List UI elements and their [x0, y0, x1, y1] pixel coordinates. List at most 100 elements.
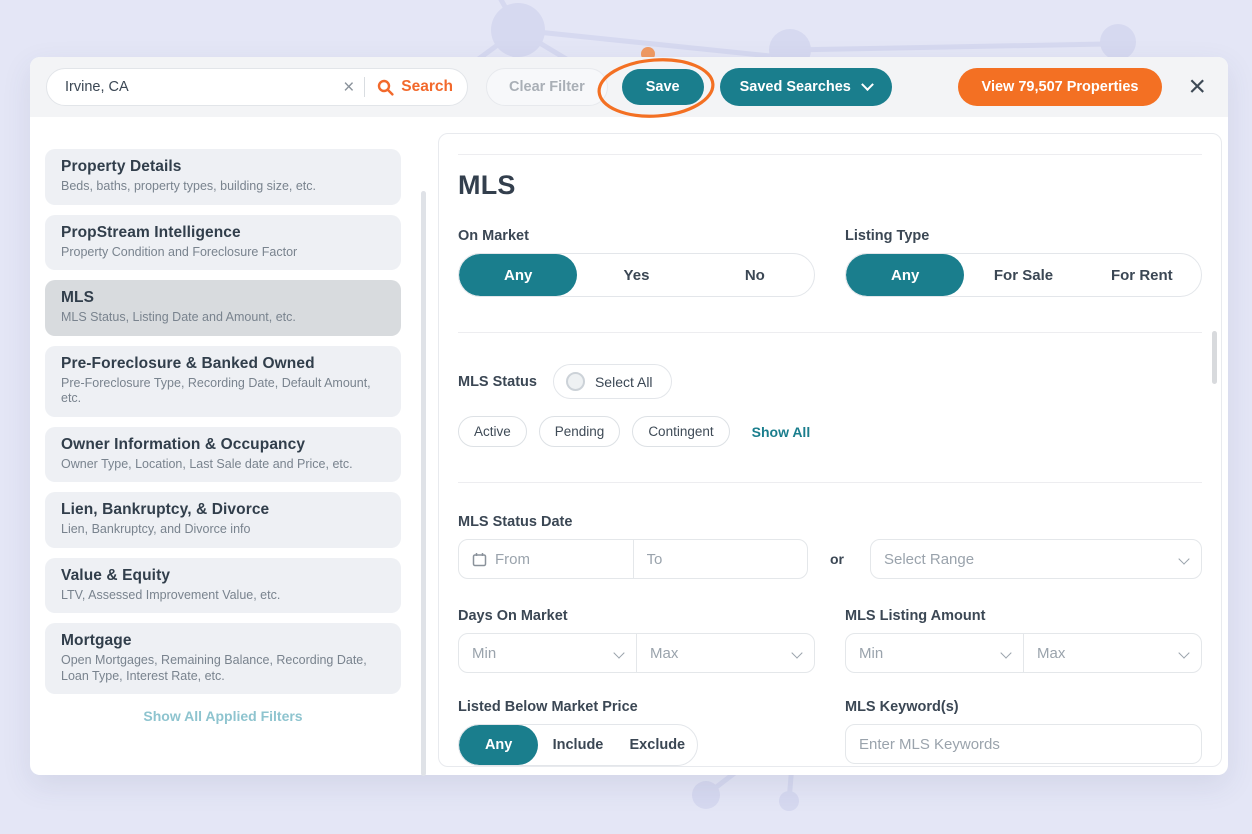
listing-type-option-for-sale[interactable]: For Sale	[964, 254, 1082, 296]
sidebar-scrollbar[interactable]	[421, 191, 426, 776]
modal-body: Property Details Beds, baths, property t…	[30, 117, 1228, 777]
below-market-segmented-control: Any Include Exclude	[458, 724, 698, 766]
below-market-option-any[interactable]: Any	[459, 725, 538, 765]
chevron-down-icon	[1000, 647, 1011, 658]
close-icon[interactable]: ×	[1188, 72, 1206, 102]
days-on-market-field: Days On Market Min Max	[458, 608, 815, 673]
listing-amount-min-dropdown[interactable]: Min	[846, 634, 1023, 672]
days-on-market-label: Days On Market	[458, 608, 815, 624]
mls-status-date-field: MLS Status Date	[458, 514, 1202, 579]
listing-type-option-for-rent[interactable]: For Rent	[1083, 254, 1201, 296]
min-placeholder: Min	[859, 645, 883, 662]
sidebar-item-subtitle: MLS Status, Listing Date and Amount, etc…	[61, 310, 385, 326]
chevron-down-icon	[1178, 553, 1189, 564]
listing-amount-max-dropdown[interactable]: Max	[1023, 634, 1201, 672]
sidebar-item-value-equity[interactable]: Value & Equity LTV, Assessed Improvement…	[45, 558, 401, 614]
mls-listing-amount-field: MLS Listing Amount Min Max	[845, 608, 1202, 673]
mls-filter-panel: MLS On Market Any Yes No Listing Type An…	[438, 133, 1222, 767]
saved-searches-button[interactable]: Saved Searches	[720, 68, 892, 106]
divider	[458, 482, 1202, 483]
search-button[interactable]: Search	[377, 78, 453, 96]
sidebar-item-pre-foreclosure[interactable]: Pre-Foreclosure & Banked Owned Pre-Forec…	[45, 346, 401, 417]
clear-filter-button[interactable]: Clear Filter	[486, 68, 608, 106]
sidebar-item-subtitle: Property Condition and Foreclosure Facto…	[61, 245, 385, 261]
sidebar-item-title: MLS	[61, 289, 385, 307]
date-from-input[interactable]	[459, 540, 633, 578]
on-market-option-yes[interactable]: Yes	[577, 254, 695, 296]
date-from-text[interactable]	[495, 551, 620, 568]
date-to-text[interactable]	[647, 551, 795, 568]
sidebar-item-mls[interactable]: MLS MLS Status, Listing Date and Amount,…	[45, 280, 401, 336]
sidebar-item-title: Property Details	[61, 158, 385, 176]
panel-title: MLS	[458, 170, 1202, 201]
sidebar-item-subtitle: LTV, Assessed Improvement Value, etc.	[61, 588, 385, 604]
below-market-option-include[interactable]: Include	[538, 725, 617, 765]
days-on-market-max-dropdown[interactable]: Max	[636, 634, 814, 672]
sidebar-item-title: Pre-Foreclosure & Banked Owned	[61, 355, 385, 373]
show-all-link[interactable]: Show All	[752, 424, 811, 440]
chevron-down-icon	[613, 647, 624, 658]
or-label: or	[830, 551, 844, 567]
chevron-down-icon	[861, 78, 874, 91]
select-range-placeholder: Select Range	[884, 551, 974, 568]
select-all-toggle[interactable]: Select All	[553, 364, 672, 399]
on-market-option-no[interactable]: No	[696, 254, 814, 296]
filter-category-sidebar: Property Details Beds, baths, property t…	[45, 133, 426, 767]
on-market-segmented-control: Any Yes No	[458, 253, 815, 297]
listing-type-label: Listing Type	[845, 228, 1202, 244]
sidebar-item-subtitle: Open Mortgages, Remaining Balance, Recor…	[61, 653, 385, 684]
saved-searches-label: Saved Searches	[740, 79, 851, 95]
mls-status-label: MLS Status	[458, 374, 537, 390]
min-placeholder: Min	[472, 645, 496, 662]
max-placeholder: Max	[650, 645, 678, 662]
panel-scrollbar[interactable]	[1212, 331, 1217, 384]
divider	[458, 154, 1202, 155]
mls-status-chip-pending[interactable]: Pending	[539, 416, 621, 447]
on-market-option-any[interactable]: Any	[459, 254, 577, 296]
mls-keywords-label: MLS Keyword(s)	[845, 699, 1202, 715]
select-range-dropdown[interactable]: Select Range	[870, 539, 1202, 579]
filter-modal: × Search Clear Filter Save Saved Searche…	[30, 57, 1228, 775]
sidebar-item-title: Value & Equity	[61, 567, 385, 585]
clear-search-icon[interactable]: ×	[339, 78, 364, 97]
on-market-field: On Market Any Yes No	[458, 228, 815, 297]
mls-status-chip-active[interactable]: Active	[458, 416, 527, 447]
mls-listing-amount-label: MLS Listing Amount	[845, 608, 1202, 624]
mls-keywords-input[interactable]	[859, 736, 1188, 753]
days-on-market-min-dropdown[interactable]: Min	[459, 634, 636, 672]
save-button-wrapper: Save	[622, 69, 704, 105]
sidebar-item-mortgage[interactable]: Mortgage Open Mortgages, Remaining Balan…	[45, 623, 401, 694]
sidebar-item-title: PropStream Intelligence	[61, 224, 385, 242]
mls-status-chip-contingent[interactable]: Contingent	[632, 416, 729, 447]
sidebar-item-owner-information[interactable]: Owner Information & Occupancy Owner Type…	[45, 427, 401, 483]
sidebar-item-title: Mortgage	[61, 632, 385, 650]
show-all-applied-filters-link[interactable]: Show All Applied Filters	[45, 708, 401, 724]
sidebar-item-title: Lien, Bankruptcy, & Divorce	[61, 501, 385, 519]
sidebar-item-lien-bankruptcy-divorce[interactable]: Lien, Bankruptcy, & Divorce Lien, Bankru…	[45, 492, 401, 548]
search-input[interactable]	[65, 79, 339, 95]
below-market-option-exclude[interactable]: Exclude	[618, 725, 697, 765]
listing-type-field: Listing Type Any For Sale For Rent	[845, 228, 1202, 297]
chevron-down-icon	[791, 647, 802, 658]
location-search-box[interactable]: × Search	[46, 68, 468, 106]
view-properties-button[interactable]: View 79,507 Properties	[958, 68, 1163, 106]
divider	[364, 77, 365, 97]
sidebar-item-subtitle: Beds, baths, property types, building si…	[61, 179, 385, 195]
chevron-down-icon	[1178, 647, 1189, 658]
listing-type-segmented-control: Any For Sale For Rent	[845, 253, 1202, 297]
mls-keywords-field: MLS Keyword(s)	[845, 699, 1202, 766]
save-button[interactable]: Save	[622, 69, 704, 105]
date-to-input[interactable]	[633, 540, 808, 578]
search-icon	[377, 79, 394, 96]
sidebar-item-propstream-intelligence[interactable]: PropStream Intelligence Property Conditi…	[45, 215, 401, 271]
sidebar-item-subtitle: Lien, Bankruptcy, and Divorce info	[61, 522, 385, 538]
max-placeholder: Max	[1037, 645, 1065, 662]
listing-type-option-any[interactable]: Any	[846, 254, 964, 296]
mls-keywords-input-wrap	[845, 724, 1202, 764]
sidebar-item-property-details[interactable]: Property Details Beds, baths, property t…	[45, 149, 401, 205]
calendar-icon	[472, 552, 487, 567]
mls-status-date-label: MLS Status Date	[458, 514, 1202, 530]
divider	[458, 332, 1202, 333]
sidebar-item-title: Owner Information & Occupancy	[61, 436, 385, 454]
modal-header: × Search Clear Filter Save Saved Searche…	[30, 57, 1228, 117]
